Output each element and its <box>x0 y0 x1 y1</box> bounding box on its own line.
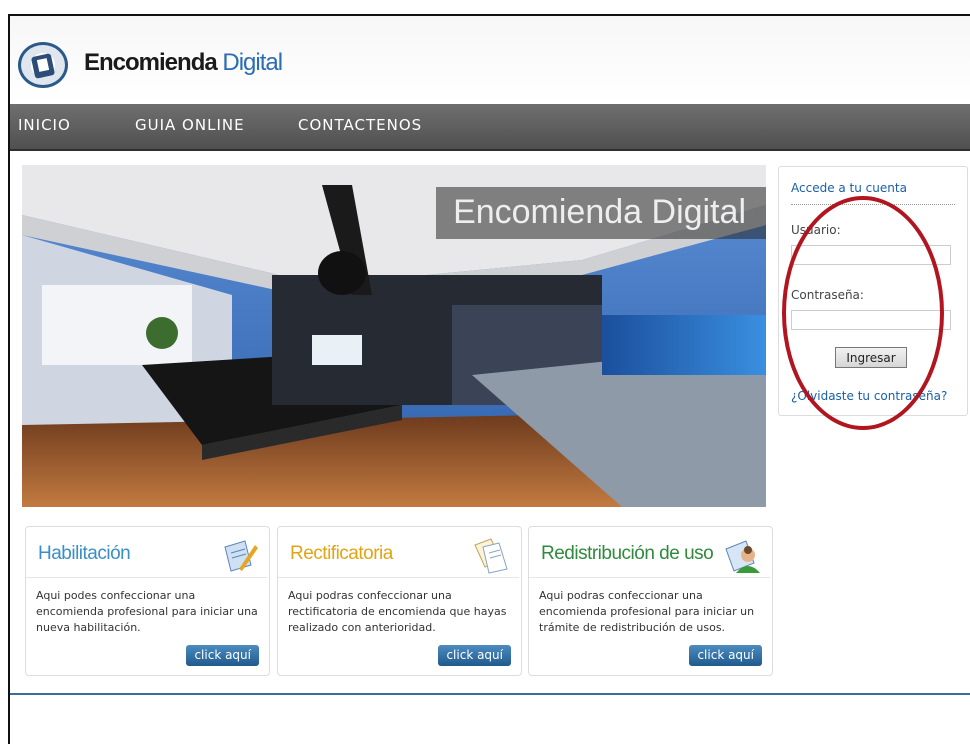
card-description: Aqui podes confeccionar una encomienda p… <box>36 589 258 634</box>
login-box: Accede a tu cuenta Usuario: Contraseña: … <box>778 166 968 416</box>
header: Encomienda Digital <box>10 16 970 104</box>
card-divider <box>26 577 267 578</box>
card-click-button[interactable]: click aquí <box>438 645 511 666</box>
page-frame: Encomienda Digital INICIO GUIA ONLINE CO… <box>8 14 970 744</box>
nav-item-inicio[interactable]: INICIO <box>18 116 71 134</box>
card-habilitacion: Habilitación Aqui podes confeccionar una… <box>25 526 270 676</box>
logo-name-part1: Encomienda <box>84 49 218 76</box>
username-label: Usuario: <box>791 223 841 237</box>
card-title: Redistribución de uso <box>541 543 714 564</box>
card-description: Aqui podras confeccionar una encomienda … <box>539 589 755 634</box>
login-divider <box>791 204 955 205</box>
password-input[interactable] <box>791 310 951 330</box>
card-divider <box>529 577 770 578</box>
hero-title-box: Encomienda Digital <box>436 187 766 239</box>
documents-icon <box>474 538 508 574</box>
card-click-button[interactable]: click aquí <box>689 645 762 666</box>
card-click-button[interactable]: click aquí <box>186 645 259 666</box>
card-title: Habilitación <box>38 543 131 564</box>
card-title: Rectificatoria <box>290 543 393 564</box>
user-document-icon <box>725 540 760 573</box>
login-submit-button[interactable]: Ingresar <box>835 347 907 368</box>
login-title: Accede a tu cuenta <box>791 181 907 195</box>
nav-item-contactenos[interactable]: CONTACTENOS <box>298 116 422 134</box>
password-label: Contraseña: <box>791 288 864 302</box>
logo-text[interactable]: Encomienda Digital <box>84 49 283 77</box>
hero-title: Encomienda Digital <box>453 193 746 231</box>
card-description: Aqui podras confeccionar una rectificato… <box>288 589 507 634</box>
document-pen-icon <box>224 540 258 572</box>
card-divider <box>278 577 519 578</box>
forgot-password-link[interactable]: ¿Olvidaste tu contraseña? <box>791 389 947 403</box>
nav-item-guia-online[interactable]: GUIA ONLINE <box>135 116 245 134</box>
card-rectificatoria: Rectificatoria Aqui podras confeccionar … <box>277 526 522 676</box>
logo-emblem-icon[interactable] <box>18 42 68 88</box>
logo-name-part2: Digital <box>222 49 283 76</box>
main-nav: INICIO GUIA ONLINE CONTACTENOS <box>10 104 970 151</box>
card-redistribucion: Redistribución de uso Aqui podras confec… <box>528 526 773 676</box>
hero-banner: Encomienda Digital <box>22 165 766 507</box>
footer-divider <box>10 693 970 695</box>
username-input[interactable] <box>791 245 951 265</box>
